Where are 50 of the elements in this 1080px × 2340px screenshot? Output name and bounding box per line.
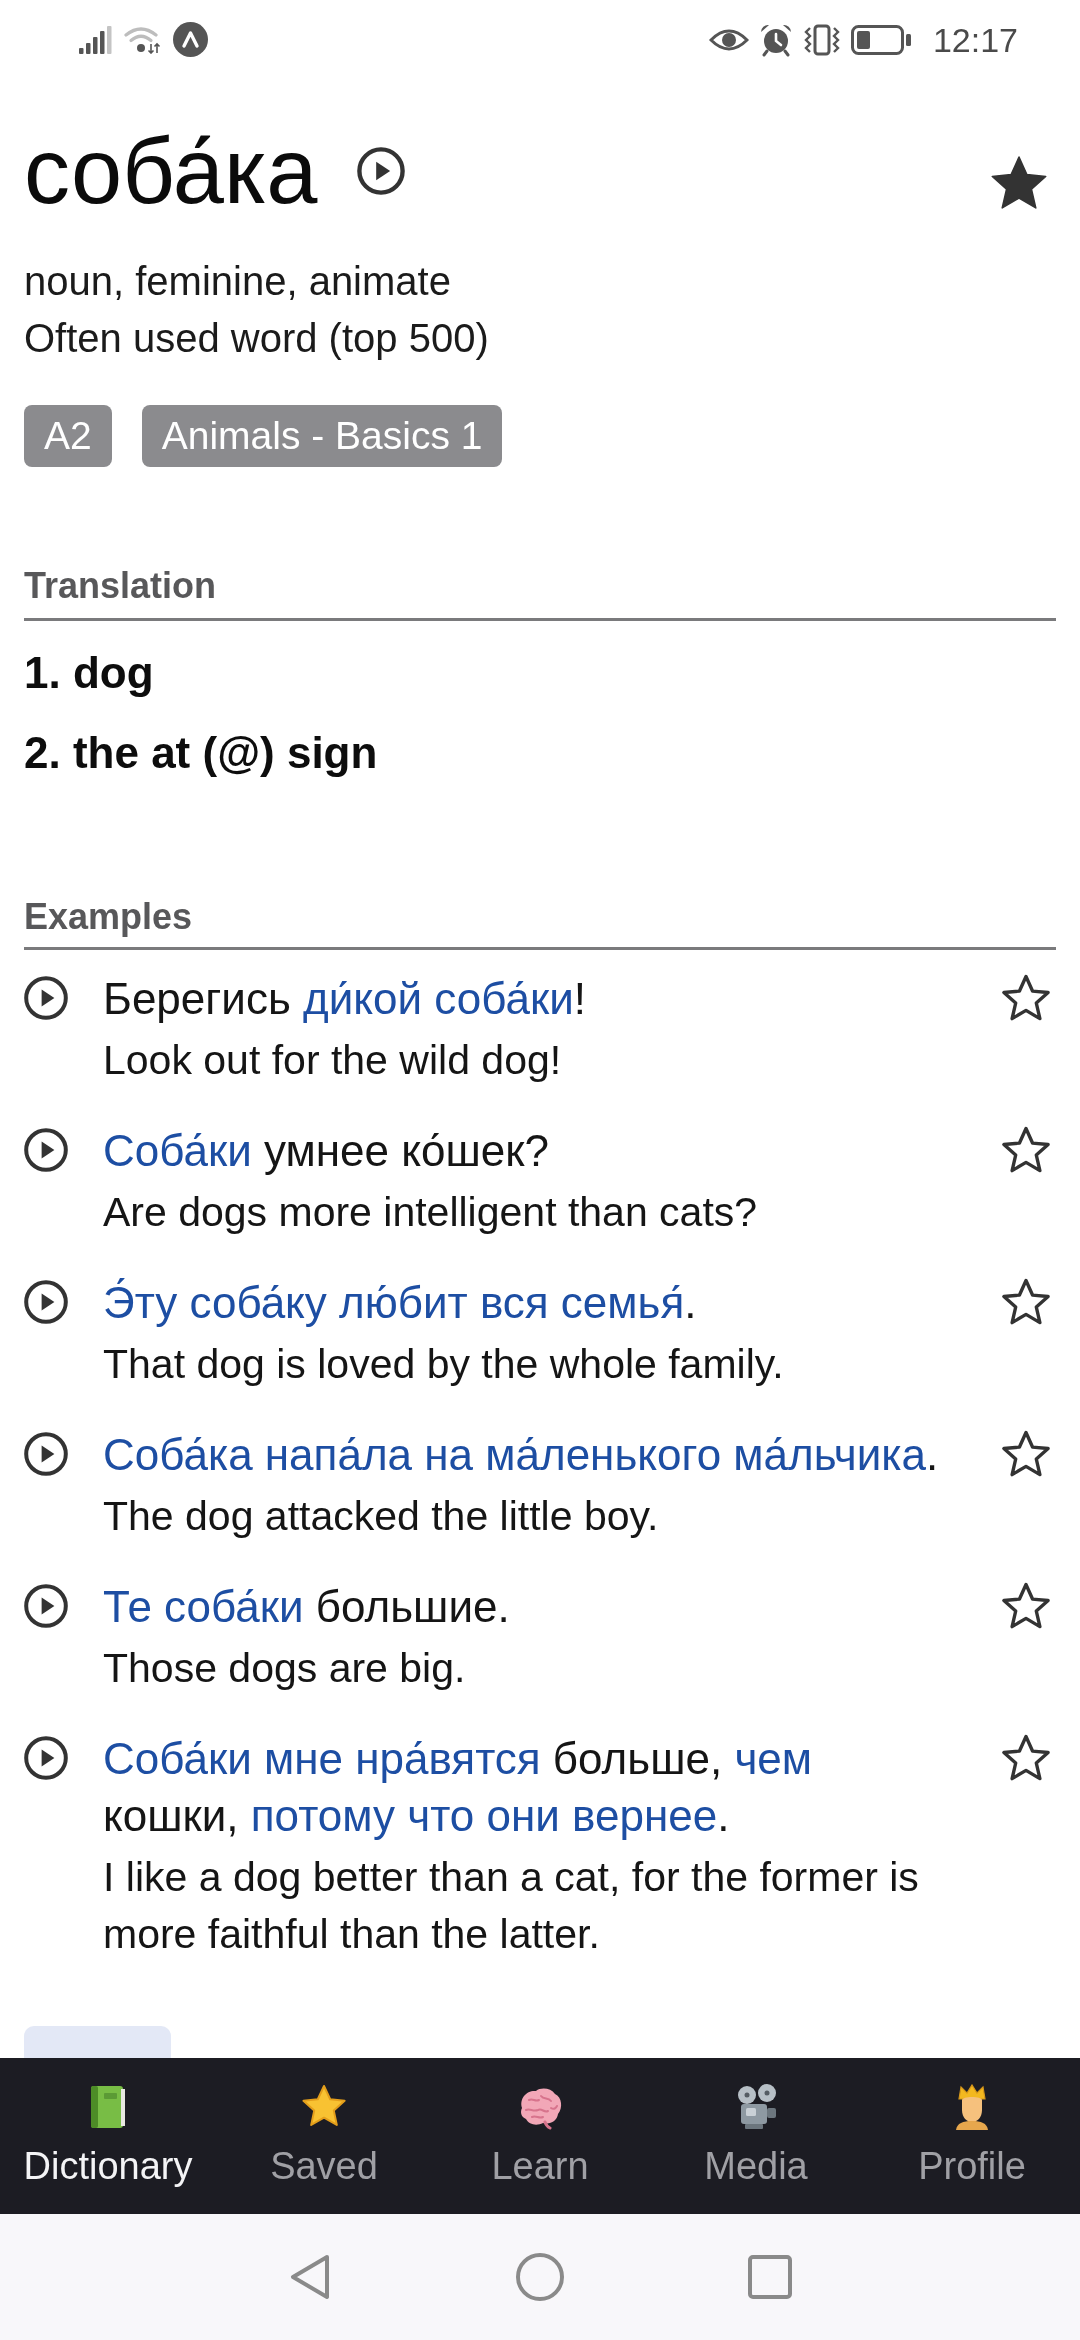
nav-tab[interactable]: Dictionary — [0, 2058, 216, 2214]
example-sentence: Берегись ди́кой соба́ки! — [103, 973, 588, 1025]
star-icon[interactable] — [1002, 1278, 1050, 1326]
example-sentence: Те соба́ки большие. — [103, 1581, 511, 1633]
signal-icon — [79, 25, 112, 54]
play-icon[interactable] — [24, 1432, 68, 1476]
example-translation: Look out for the wild dog! — [103, 1036, 563, 1085]
star-icon[interactable] — [1002, 1430, 1050, 1478]
play-icon[interactable] — [24, 1128, 68, 1172]
play-icon[interactable] — [24, 976, 68, 1020]
translation-meaning: 1. dog — [24, 647, 155, 699]
star-icon[interactable] — [990, 154, 1048, 212]
example-sentence: Соба́ки умнее ко́шек? — [103, 1125, 550, 1177]
example-translation: I like a dog better than a cat, for the former is more faithful than the latter. — [103, 1853, 920, 1959]
play-icon[interactable] — [24, 1584, 68, 1628]
battery-icon — [850, 24, 911, 55]
back-icon[interactable] — [289, 2253, 331, 2301]
nav-tab[interactable]: Media — [648, 2058, 864, 2214]
star-icon[interactable] — [1002, 1734, 1050, 1782]
word-tag[interactable]: Animals - Basics 1 — [141, 405, 503, 467]
star-icon[interactable] — [1002, 1126, 1050, 1174]
example-sentence: Соба́ки мне нра́вятся больше, чем кошки, потому что они вернее. — [103, 1733, 814, 1842]
headword: соба́ка — [24, 121, 318, 221]
play-icon[interactable] — [357, 147, 406, 195]
translation-meaning: 2. the at (@) sign — [24, 727, 379, 779]
example-translation: The dog attacked the little boy. — [103, 1492, 660, 1541]
nav-tab[interactable]: Learn — [432, 2058, 648, 2214]
star-icon[interactable] — [1002, 974, 1050, 1022]
wifi-icon — [124, 25, 161, 54]
vibrate-icon — [802, 23, 841, 56]
example-sentence: Соба́ка напа́ла на ма́ленького ма́льчика. — [103, 1429, 940, 1481]
nav-tab[interactable]: Profile — [864, 2058, 1080, 2214]
word-tag[interactable]: A2 — [24, 405, 112, 467]
home-icon[interactable] — [516, 2253, 564, 2301]
recent-apps-icon[interactable] — [748, 2255, 792, 2299]
example-translation: Are dogs more intelligent than cats? — [103, 1188, 759, 1237]
star-icon[interactable] — [1002, 1582, 1050, 1630]
app-notification-icon — [173, 22, 208, 57]
grammar-info: noun, feminine, animate — [24, 258, 452, 305]
frequency-info: Often used word (top 500) — [24, 315, 490, 362]
example-sentence: Э́ту соба́ку лю́бит вся семья́. — [103, 1277, 698, 1329]
status-time: 12:17 — [932, 19, 1018, 60]
section-heading: Examples — [24, 895, 1056, 950]
play-icon[interactable] — [24, 1736, 68, 1780]
nav-tab[interactable]: Saved — [216, 2058, 432, 2214]
example-translation: Those dogs are big. — [103, 1644, 467, 1693]
alarm-clock-icon — [758, 22, 793, 57]
example-translation: That dog is loved by the whole family. — [103, 1340, 785, 1389]
play-icon[interactable] — [24, 1280, 68, 1324]
section-heading: Translation — [24, 564, 1056, 621]
